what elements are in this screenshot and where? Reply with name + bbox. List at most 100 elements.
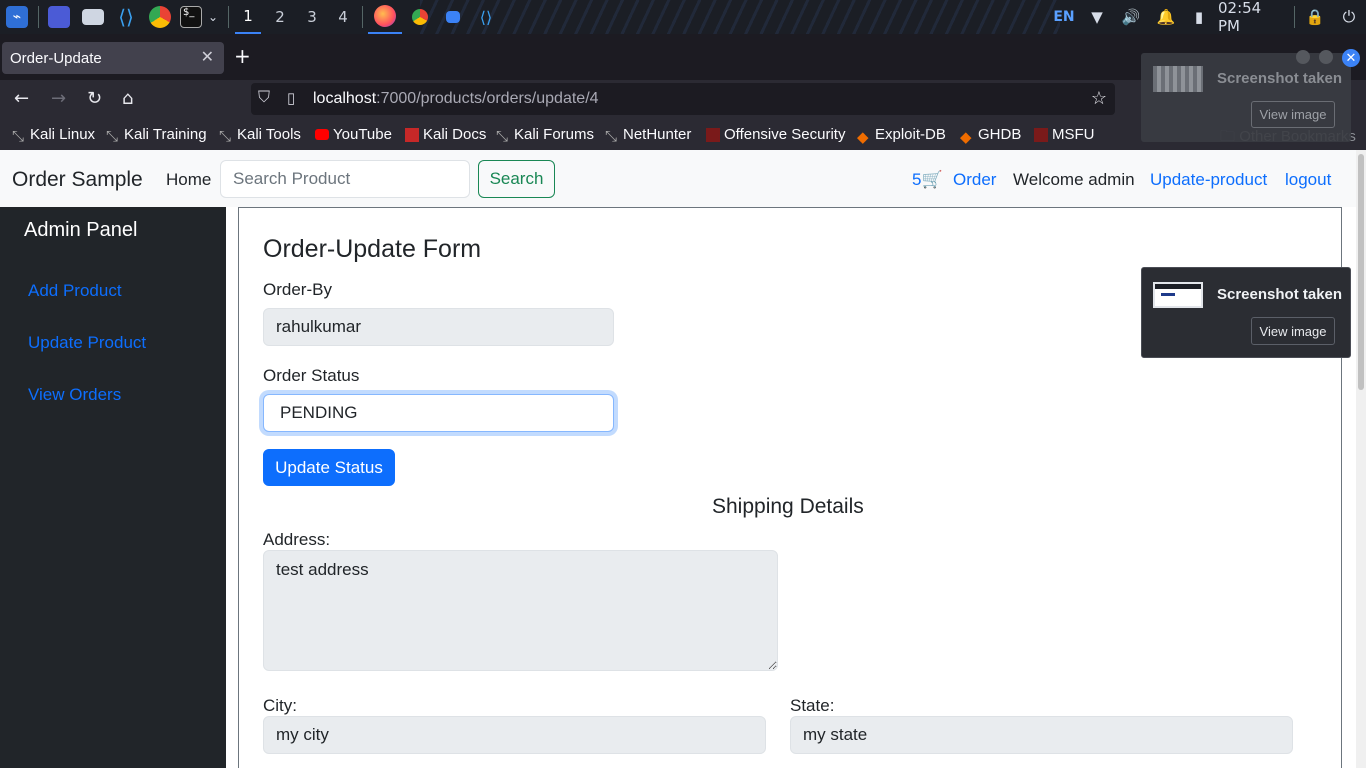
bookmark-offensive-security[interactable]: Offensive Security [706,126,845,143]
bookmark-nethunter[interactable]: ⤡ NetHunter [605,126,692,145]
bookmark-label: Kali Forums [514,126,595,143]
clock[interactable]: 02:54 PM [1218,0,1284,34]
bookmark-msfu[interactable]: MSFU [1034,126,1095,143]
cart-link[interactable]: 5🛒 [912,170,943,190]
terminal-icon[interactable]: $_ [179,0,203,34]
close-notification-icon[interactable]: ✕ [1342,49,1360,67]
system-taskbar: ⌁ ⟨⟩ $_ ⌄ 1 2 3 4 ⟨⟩ EN ▼ 🔊 🔔 ▮ 02:54 PM… [0,0,1366,34]
ghdb-icon: ◆ [960,128,972,146]
bookmark-kali-docs[interactable]: Kali Docs [405,126,486,143]
chrome-icon[interactable] [147,0,173,34]
youtube-icon [315,129,329,140]
bookmark-label: Kali Docs [423,126,487,143]
kali-dragon-icon: ⤡ [12,127,25,145]
search-input[interactable] [220,160,470,198]
state-field: my state [790,716,1293,754]
view-image-button[interactable]: View image [1251,101,1335,128]
sidebar-item-view-orders[interactable]: View Orders [28,385,121,405]
bookmark-exploit-db[interactable]: ◆ Exploit-DB [857,126,946,146]
msfu-icon [1034,127,1048,142]
volume-icon[interactable]: 🔊 [1120,0,1142,34]
kali-dragon-icon: ⤡ [605,127,618,145]
welcome-text: Welcome admin [1013,170,1135,189]
app-task-icon[interactable] [440,0,466,34]
bookmark-label: GHDB [978,126,1022,143]
order-by-label: Order-By [263,280,332,299]
bookmark-kali-training[interactable]: ⤡ Kali Training [106,126,207,145]
sidebar-item-add-product[interactable]: Add Product [28,281,122,301]
screenshot-thumbnail [1153,282,1203,308]
sidebar-item-update-product[interactable]: Update Product [28,333,146,353]
browser-tab[interactable]: Order-Update ✕ [2,42,224,74]
nav-update-product[interactable]: Update-product [1150,170,1267,190]
order-status-label: Order Status [263,366,360,385]
taskbar-separator [1294,6,1295,28]
back-icon[interactable]: ← [14,88,29,109]
forward-icon[interactable]: → [51,88,66,109]
nav-order[interactable]: Order [953,170,996,190]
brand[interactable]: Order Sample [12,168,143,192]
url-bar[interactable]: ⛉ ▯ localhost:7000/products/orders/updat… [251,83,1115,115]
lock-icon[interactable]: 🔒 [1305,0,1325,34]
bookmark-kali-forums[interactable]: ⤡ Kali Forums [496,126,595,145]
docs-icon [405,127,419,142]
workspace-3[interactable]: 3 [299,0,325,34]
order-status-input[interactable] [263,394,614,432]
bookmark-label: Kali Tools [237,126,301,143]
sidebar-title: Admin Panel [24,219,138,241]
new-tab-icon[interactable]: + [234,44,251,68]
firefox-task-icon[interactable] [368,0,402,34]
bell-icon[interactable]: 🔔 [1156,0,1176,34]
bookmark-label: YouTube [333,126,392,143]
state-label: State: [790,696,835,715]
workspace-4[interactable]: 4 [330,0,356,34]
nav-home[interactable]: Home [166,170,211,190]
taskbar-separator [228,6,229,28]
notification-dot [1319,50,1333,64]
bookmark-ghdb[interactable]: ◆ GHDB [960,126,1022,146]
notification-title: Screenshot taken [1217,70,1343,87]
bookmark-star-icon[interactable]: ☆ [1091,88,1107,109]
bookmark-kali-tools[interactable]: ⤡ Kali Tools [219,126,301,145]
reload-icon[interactable]: ↻ [87,88,102,109]
vscode-task-icon[interactable]: ⟨⟩ [472,0,500,34]
form-title: Order-Update Form [263,235,482,263]
bookmark-kali-linux[interactable]: ⤡ Kali Linux [12,126,95,145]
battery-icon[interactable]: ▮ [1190,0,1208,34]
close-tab-icon[interactable]: ✕ [201,47,214,67]
workspace-2[interactable]: 2 [267,0,293,34]
cart-icon: 🛒 [921,170,943,189]
city-label: City: [263,696,297,715]
chevron-down-icon[interactable]: ⌄ [205,0,221,34]
search-button[interactable]: Search [478,160,555,198]
workspace-1[interactable]: 1 [235,0,261,34]
notification-dot [1296,50,1310,64]
file-manager-icon[interactable] [80,0,106,34]
offsec-icon [706,127,720,142]
view-image-button[interactable]: View image [1251,317,1335,345]
bookmark-label: Exploit-DB [875,126,946,143]
order-by-field: rahulkumar [263,308,614,346]
bookmark-label: Offensive Security [724,126,846,143]
bookmark-youtube[interactable]: YouTube [315,126,392,143]
home-icon[interactable]: ⌂ [122,88,133,109]
address-field: test address [263,550,778,671]
chrome-task-icon[interactable] [406,0,434,34]
page-scrollbar[interactable] [1356,150,1366,768]
scrollbar-thumb[interactable] [1358,154,1364,390]
tab-title: Order-Update [10,49,102,67]
power-icon[interactable]: ⏻ [1338,0,1360,34]
kali-dragon-icon: ⤡ [219,127,232,145]
keyboard-lang[interactable]: EN [1052,0,1076,34]
nav-logout[interactable]: logout [1285,170,1331,190]
kali-menu-icon[interactable]: ⌁ [4,0,30,34]
bookmark-label: Kali Training [124,126,207,143]
wifi-icon[interactable]: ▼ [1087,0,1107,34]
update-status-button[interactable]: Update Status [263,449,395,486]
shield-icon: ⛉ [258,89,271,106]
exploit-db-icon: ◆ [857,128,869,146]
taskbar-separator [38,6,39,28]
show-desktop-icon[interactable] [46,0,72,34]
vscode-icon[interactable]: ⟨⟩ [113,0,139,34]
bookmark-label: NetHunter [623,126,692,143]
